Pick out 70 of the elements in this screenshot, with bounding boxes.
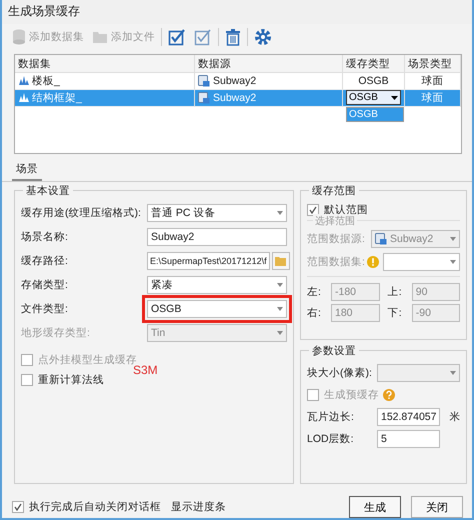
field-label: 上: <box>388 284 403 299</box>
column-header[interactable]: 数据集 <box>15 54 195 72</box>
checkmark-icon <box>309 206 317 214</box>
dropdown-field[interactable] <box>377 364 460 382</box>
group-title: 参数设置 <box>309 344 359 358</box>
dropdown-field[interactable]: 紧凑 <box>147 276 287 294</box>
field-label: 文件类型: <box>21 302 69 316</box>
column-header[interactable]: 场景类型 <box>405 54 461 72</box>
progress-option[interactable]: 显示进度条 <box>171 500 226 514</box>
field-label: 范围数据源: <box>307 232 366 246</box>
field-label: 场景名称: <box>21 230 69 244</box>
window-title: 生成场景缓存 <box>8 3 80 20</box>
field-label: 块大小(像素): <box>307 366 373 380</box>
close-button[interactable]: 关闭 <box>411 496 463 518</box>
dataset-name: 结构框架_ <box>32 90 82 105</box>
model-icon <box>18 75 29 86</box>
table-cell: 球面 <box>405 90 461 107</box>
generate-button[interactable]: 生成 <box>349 496 401 518</box>
caret-icon <box>450 236 456 241</box>
input-field[interactable]: Subway2 <box>147 228 287 246</box>
datasource-icon <box>198 74 210 87</box>
caret-icon <box>277 330 283 335</box>
unit-label: 米 <box>448 410 460 424</box>
caret-icon <box>391 96 398 100</box>
browse-button[interactable] <box>272 252 290 270</box>
scene-tab[interactable]: 场景 <box>12 160 42 181</box>
group-title: 缓存范围 <box>309 184 359 198</box>
dropdown-field[interactable]: 普通 PC 设备 <box>147 204 287 222</box>
help-icon[interactable] <box>383 388 395 401</box>
group-title: 基本设置 <box>23 184 73 198</box>
field-label: 范围数据集: <box>307 254 363 269</box>
field-label: 右: <box>307 306 322 320</box>
datasource-name: Subway2 <box>213 92 256 104</box>
caret-icon <box>450 370 456 375</box>
dataset-name: 楼板_ <box>32 74 60 88</box>
field-label: 缓存路径: <box>21 254 69 268</box>
settings-button[interactable] <box>252 28 274 46</box>
field-label: 瓦片边长: <box>307 410 355 424</box>
cache-type-dropdown[interactable]: OSGB <box>346 90 401 106</box>
path-field[interactable]: E:\SupermapTest\20171212\f <box>147 252 270 270</box>
caret-icon <box>277 210 283 215</box>
checkmark-icon <box>14 503 22 512</box>
dropdown-field[interactable] <box>383 252 460 271</box>
field-label: 地形缓存类型: <box>21 326 91 340</box>
input-field[interactable]: 5 <box>377 430 440 448</box>
field-label: 左: <box>307 284 322 299</box>
check-all-button[interactable] <box>166 28 188 46</box>
caret-icon <box>450 260 456 264</box>
caret-icon <box>277 282 283 287</box>
table-cell-text: OSGB <box>357 74 390 87</box>
input-field[interactable]: 152.874057 <box>377 408 440 426</box>
datasource-name: Subway2 <box>213 74 256 87</box>
checkbox-option[interactable]: 执行完成后自动关闭对话框 <box>12 500 161 514</box>
table-row[interactable]: 结构框架_ Subway2 OSGB 球面 <box>15 90 461 107</box>
field-label: 缓存用途(纹理压缩格式): <box>21 206 142 220</box>
caret-icon <box>277 306 283 311</box>
field-label: 存储类型: <box>21 278 69 292</box>
folder-icon <box>92 30 108 44</box>
column-header[interactable]: 缓存类型 <box>343 54 405 72</box>
folder-icon <box>274 256 287 266</box>
field-label: 下: <box>388 306 403 320</box>
column-header[interactable]: 数据源 <box>195 54 343 72</box>
delete-button[interactable] <box>223 28 243 46</box>
datasource-icon <box>375 232 387 245</box>
datasource-icon <box>198 92 210 104</box>
dropdown-field[interactable]: OSGB <box>147 300 287 318</box>
model-icon <box>18 92 29 104</box>
field-label: LOD层数: <box>307 432 355 446</box>
database-icon <box>12 28 26 45</box>
group-title: 选择范围 <box>313 214 357 228</box>
